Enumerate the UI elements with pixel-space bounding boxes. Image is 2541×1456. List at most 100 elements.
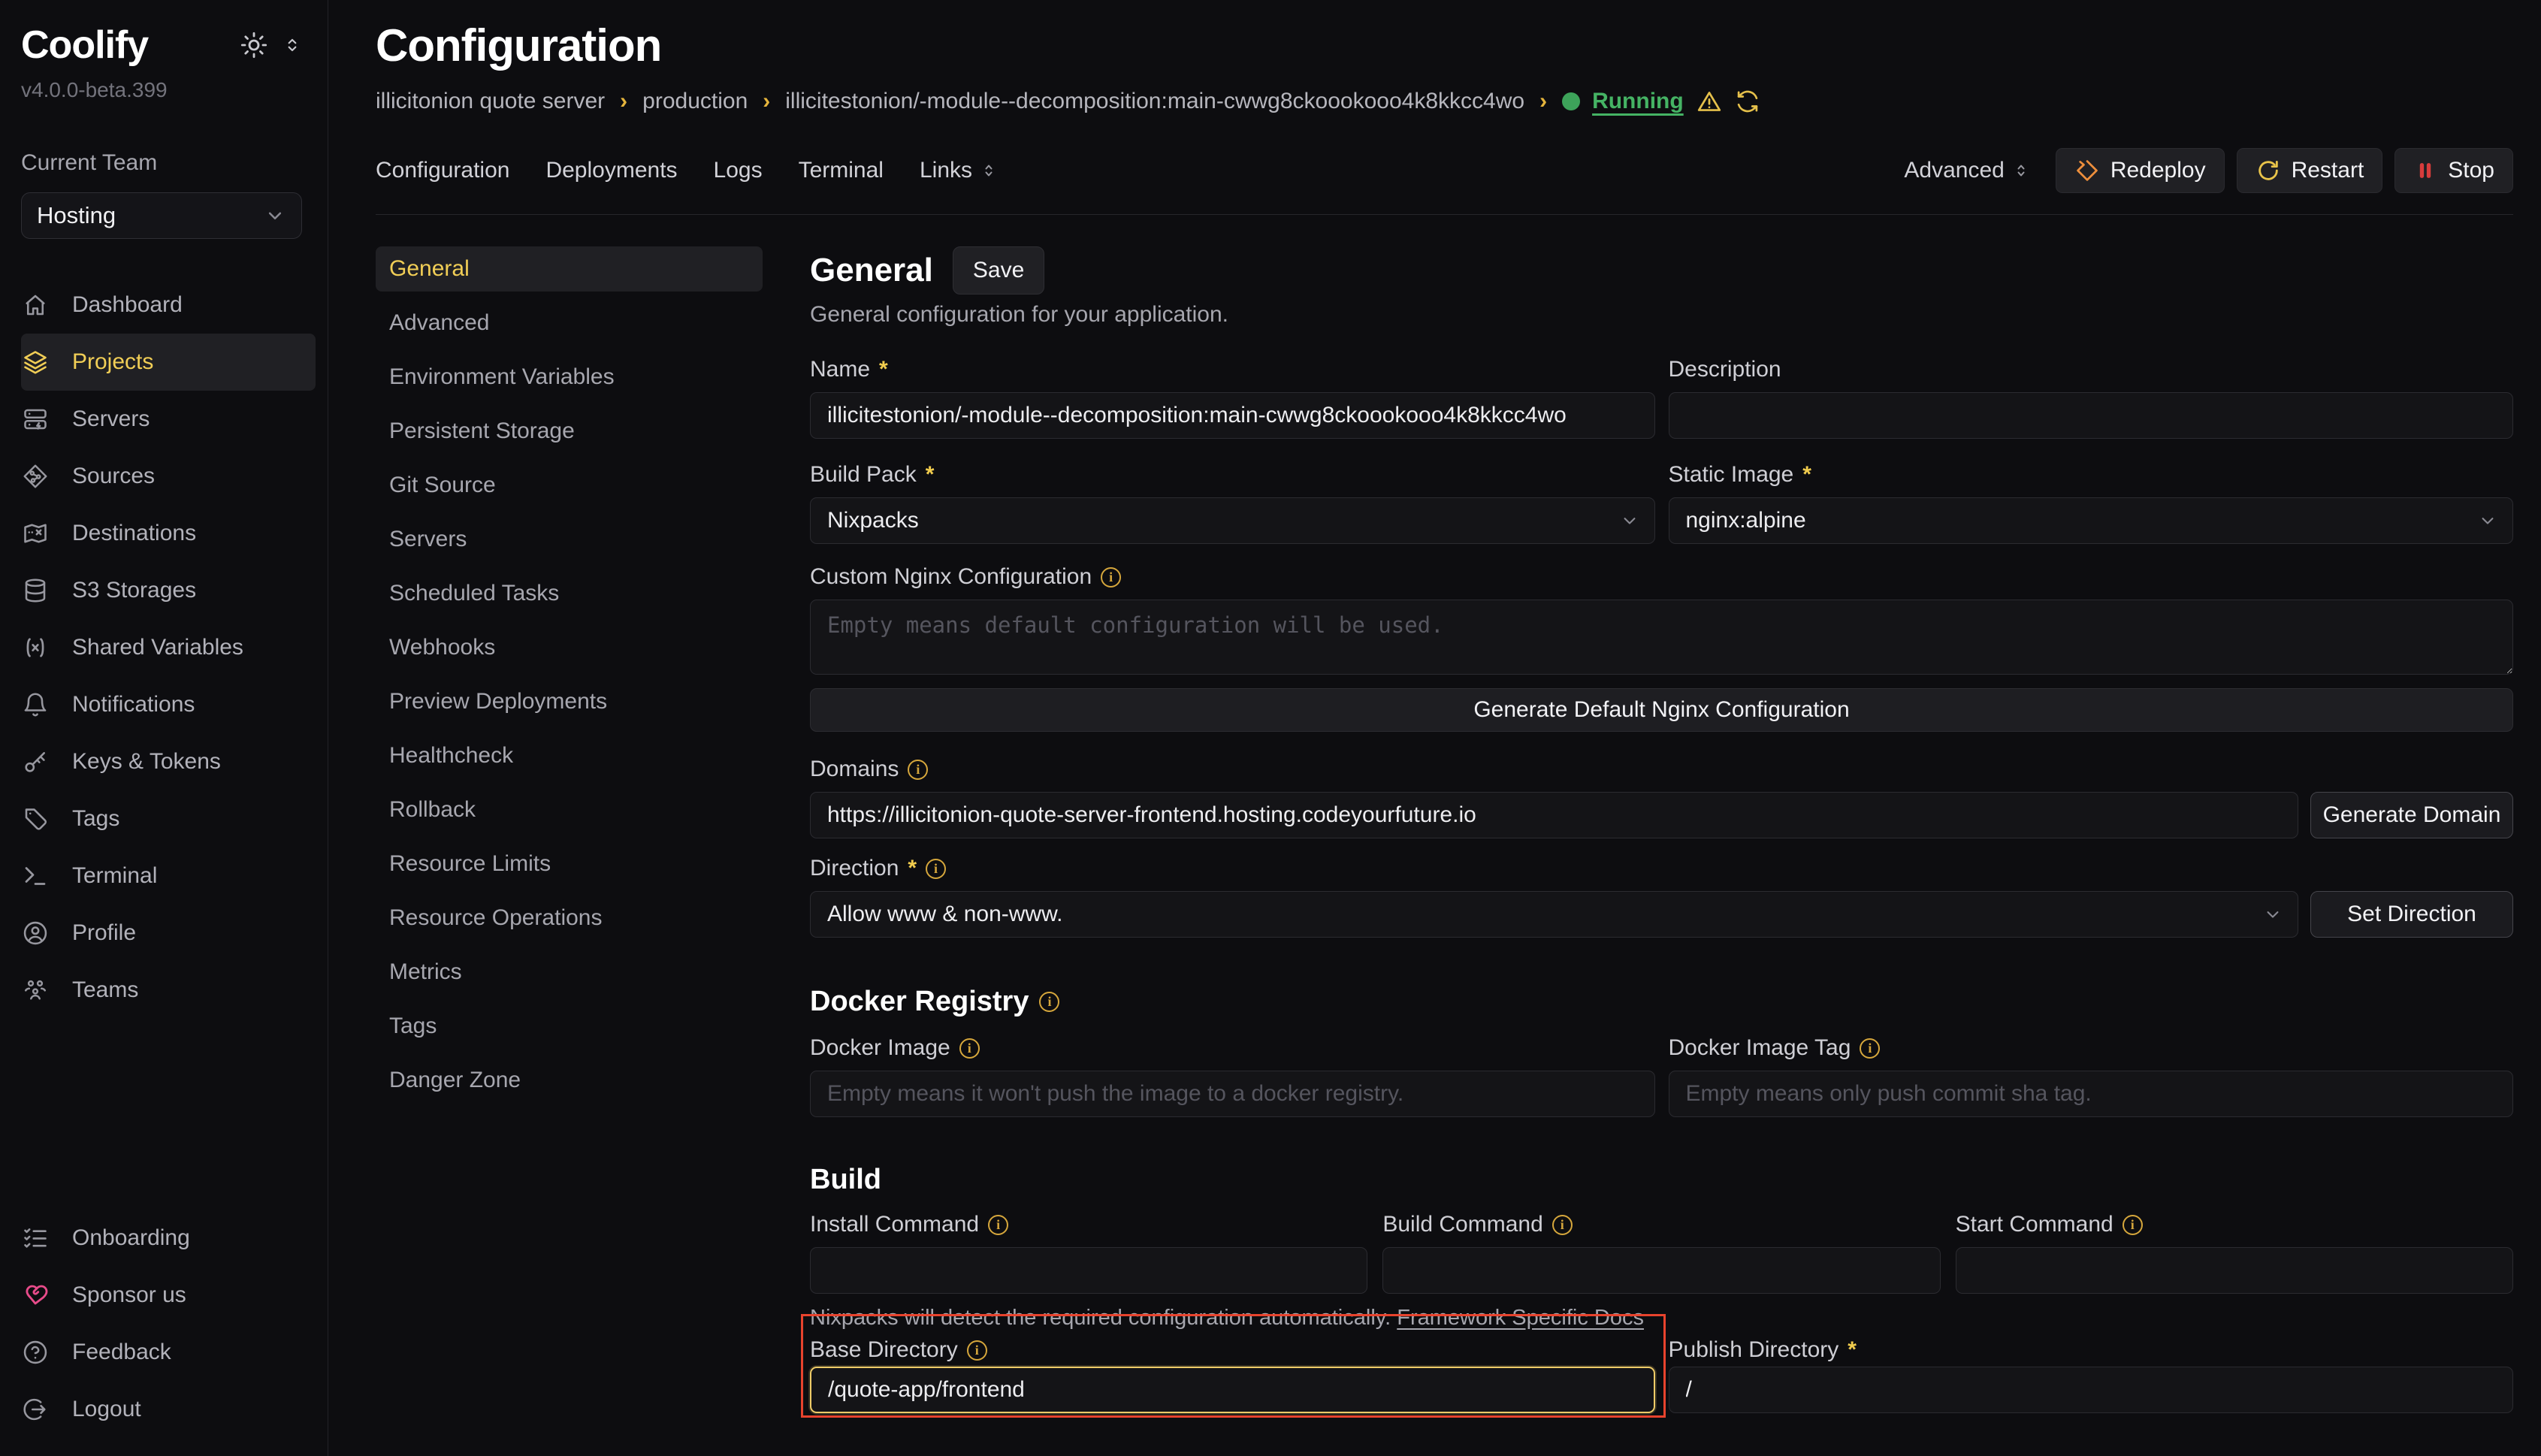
info-icon[interactable] [1552, 1215, 1573, 1235]
info-icon[interactable] [967, 1340, 987, 1361]
docker-image-tag-label: Docker Image Tag [1669, 1035, 1851, 1061]
home-icon [21, 292, 50, 319]
users-icon [21, 977, 50, 1004]
database-icon [21, 577, 50, 604]
tab-deployments[interactable]: Deployments [545, 158, 677, 183]
sidebar-item-terminal[interactable]: Terminal [21, 847, 316, 905]
tag-icon [21, 805, 50, 832]
submenu-item-persistent-storage[interactable]: Persistent Storage [376, 409, 763, 454]
bell-icon [21, 691, 50, 718]
custom-nginx-textarea[interactable] [810, 600, 2513, 675]
stop-button[interactable]: Stop [2394, 148, 2513, 193]
info-icon[interactable] [1860, 1038, 1880, 1059]
sidebar-item-dashboard[interactable]: Dashboard [21, 276, 316, 334]
description-input[interactable] [1669, 392, 2514, 439]
info-icon[interactable] [1039, 992, 1059, 1012]
docker-image-input[interactable] [810, 1071, 1655, 1117]
breadcrumb-application[interactable]: illicitestonion/-module--decomposition:m… [785, 89, 1524, 114]
breadcrumb: illicitonion quote server › production ›… [376, 88, 2513, 115]
restart-button[interactable]: Restart [2237, 148, 2383, 193]
sidebar-item-servers[interactable]: Servers [21, 391, 316, 448]
save-button[interactable]: Save [953, 246, 1044, 295]
submenu-item-healthcheck[interactable]: Healthcheck [376, 733, 763, 778]
submenu-item-resource-limits[interactable]: Resource Limits [376, 841, 763, 887]
sidebar-item-projects[interactable]: Projects [21, 334, 316, 391]
submenu-item-general[interactable]: General [376, 246, 763, 292]
static-image-select[interactable]: nginx:alpine [1669, 497, 2514, 544]
tab-links[interactable]: Links [920, 158, 998, 183]
theme-toggle-sun-icon[interactable] [239, 30, 269, 60]
submenu-item-metrics[interactable]: Metrics [376, 950, 763, 995]
submenu-item-advanced[interactable]: Advanced [376, 301, 763, 346]
info-icon[interactable] [988, 1215, 1008, 1235]
breadcrumb-project[interactable]: illicitonion quote server [376, 89, 605, 114]
sidebar-item-notifications[interactable]: Notifications [21, 676, 316, 733]
description-label: Description [1669, 357, 1781, 382]
submenu-item-danger-zone[interactable]: Danger Zone [376, 1058, 763, 1103]
map-icon [21, 520, 50, 547]
generate-nginx-config-button[interactable]: Generate Default Nginx Configuration [810, 688, 2513, 732]
sidebar-item-keys-tokens[interactable]: Keys & Tokens [21, 733, 316, 790]
generate-domain-button[interactable]: Generate Domain [2310, 792, 2513, 838]
build-pack-select[interactable]: Nixpacks [810, 497, 1655, 544]
domains-input[interactable] [810, 792, 2298, 838]
info-icon[interactable] [959, 1038, 980, 1059]
sidebar-item-feedback[interactable]: Feedback [21, 1324, 316, 1381]
logout-icon [21, 1396, 50, 1423]
sidebar-item-sources[interactable]: Sources [21, 448, 316, 505]
info-icon[interactable] [2123, 1215, 2143, 1235]
form-title: General [810, 252, 933, 289]
build-command-input[interactable] [1382, 1247, 1940, 1294]
app-version: v4.0.0-beta.399 [21, 78, 328, 102]
redeploy-button[interactable]: Redeploy [2056, 148, 2225, 193]
chevron-right-icon: › [620, 89, 627, 114]
advanced-dropdown[interactable]: Advanced [1904, 158, 2029, 183]
variables-icon [21, 634, 50, 661]
name-input[interactable] [810, 392, 1655, 439]
submenu-item-webhooks[interactable]: Webhooks [376, 625, 763, 670]
submenu-item-servers[interactable]: Servers [376, 517, 763, 562]
info-icon[interactable] [926, 859, 946, 879]
info-icon[interactable] [1101, 567, 1121, 588]
page-title: Configuration [376, 20, 2513, 71]
sidebar-item-logout[interactable]: Logout [21, 1381, 316, 1438]
direction-select[interactable]: Allow www & non-www. [810, 891, 2298, 938]
tab-logs[interactable]: Logs [714, 158, 763, 183]
build-command-label: Build Command [1382, 1212, 1542, 1237]
publish-directory-input[interactable] [1669, 1367, 2514, 1413]
sidebar-item-sponsor-us[interactable]: Sponsor us [21, 1267, 316, 1324]
base-directory-input[interactable] [810, 1367, 1655, 1413]
sidebar-item-tags[interactable]: Tags [21, 790, 316, 847]
submenu-item-preview-deployments[interactable]: Preview Deployments [376, 679, 763, 724]
instance-switcher-icon[interactable] [283, 35, 302, 55]
sidebar-item-profile[interactable]: Profile [21, 905, 316, 962]
submenu-item-scheduled-tasks[interactable]: Scheduled Tasks [376, 571, 763, 616]
help-circle-icon [21, 1339, 50, 1366]
sidebar-item-onboarding[interactable]: Onboarding [21, 1210, 316, 1267]
warning-icon[interactable] [1696, 88, 1723, 115]
submenu-item-git-source[interactable]: Git Source [376, 463, 763, 508]
sidebar-item-teams[interactable]: Teams [21, 962, 316, 1019]
info-icon[interactable] [908, 760, 928, 780]
submenu-item-rollback[interactable]: Rollback [376, 787, 763, 832]
breadcrumb-environment[interactable]: production [642, 89, 748, 114]
status-group: Running [1562, 88, 1760, 115]
submenu-item-environment-variables[interactable]: Environment Variables [376, 355, 763, 400]
set-direction-button[interactable]: Set Direction [2310, 891, 2513, 938]
sidebar-item-s3-storages[interactable]: S3 Storages [21, 562, 316, 619]
team-select[interactable]: Hosting [21, 192, 302, 239]
framework-docs-link[interactable]: Framework Specific Docs [1397, 1306, 1644, 1330]
sidebar-item-destinations[interactable]: Destinations [21, 505, 316, 562]
refresh-icon[interactable] [1735, 89, 1760, 114]
submenu-item-resource-operations[interactable]: Resource Operations [376, 896, 763, 941]
tab-terminal[interactable]: Terminal [799, 158, 884, 183]
install-command-input[interactable] [810, 1247, 1367, 1294]
sidebar-item-shared-variables[interactable]: Shared Variables [21, 619, 316, 676]
status-badge[interactable]: Running [1592, 89, 1684, 114]
tab-configuration[interactable]: Configuration [376, 158, 509, 183]
publish-directory-label: Publish Directory [1669, 1337, 1839, 1363]
submenu-item-tags[interactable]: Tags [376, 1004, 763, 1049]
docker-image-tag-input[interactable] [1669, 1071, 2514, 1117]
start-command-input[interactable] [1956, 1247, 2513, 1294]
required-marker: * [879, 357, 888, 382]
